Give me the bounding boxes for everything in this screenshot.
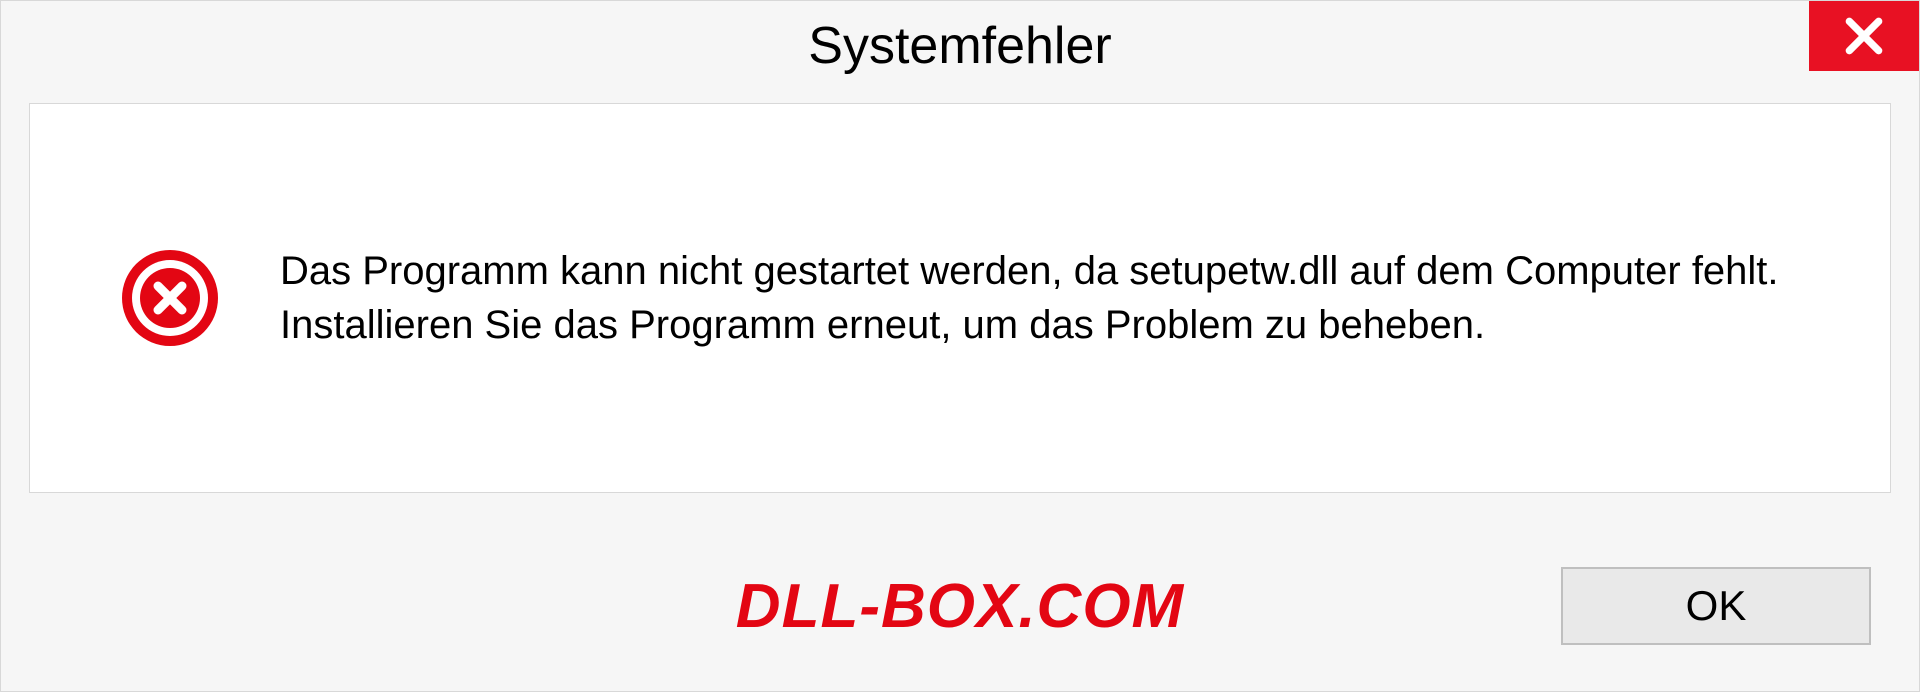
error-message: Das Programm kann nicht gestartet werden… — [280, 244, 1830, 352]
error-icon — [120, 248, 220, 348]
close-icon — [1842, 14, 1886, 58]
footer: DLL-BOX.COM OK — [1, 521, 1919, 691]
error-dialog: Systemfehler Das Programm kann nicht ges… — [0, 0, 1920, 692]
dialog-title: Systemfehler — [808, 16, 1111, 76]
ok-button[interactable]: OK — [1561, 567, 1871, 645]
close-button[interactable] — [1809, 1, 1919, 71]
titlebar: Systemfehler — [1, 1, 1919, 91]
watermark-text: DLL-BOX.COM — [736, 571, 1184, 642]
content-area: Das Programm kann nicht gestartet werden… — [29, 103, 1891, 493]
